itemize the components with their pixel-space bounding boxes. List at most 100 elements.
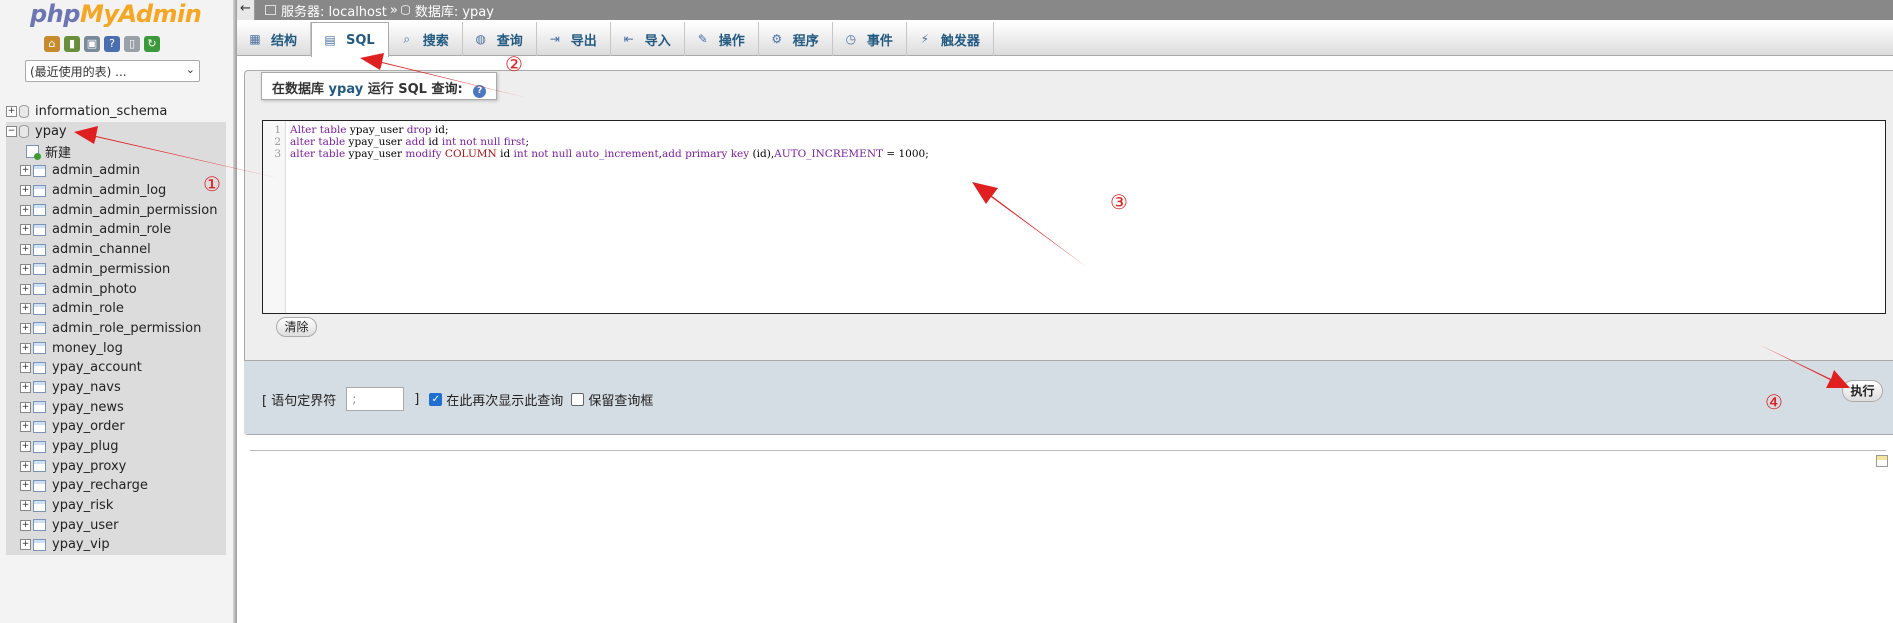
tree-table-ypay_user[interactable]: + ypay_user <box>6 515 226 536</box>
tree-table-label[interactable]: money_log <box>52 341 123 356</box>
expand-icon[interactable]: + <box>20 401 31 413</box>
tree-table-label[interactable]: ypay_proxy <box>52 459 126 474</box>
expand-icon[interactable]: + <box>20 263 31 275</box>
tree-database-label[interactable]: information_schema <box>35 104 167 119</box>
tree-table-label[interactable]: admin_role_permission <box>52 321 201 336</box>
tree-table-label[interactable]: admin_admin_permission <box>52 203 217 218</box>
tree-table-admin_channel[interactable]: + admin_channel <box>6 239 226 260</box>
expand-icon[interactable]: + <box>20 283 31 295</box>
tree-table-label[interactable]: ypay_risk <box>52 498 113 513</box>
tree-table-admin_role_permission[interactable]: + admin_role_permission <box>6 318 226 339</box>
reload-icon[interactable]: ↻ <box>144 36 160 52</box>
code-line-text[interactable]: alter table ypay_user modify COLUMN id i… <box>284 148 929 160</box>
tree-table-label[interactable]: admin_admin_role <box>52 222 171 237</box>
expand-icon[interactable]: + <box>20 322 31 334</box>
tree-table-label[interactable]: ypay_order <box>52 419 125 434</box>
tree-database-label[interactable]: ypay <box>35 124 67 139</box>
expand-icon[interactable]: + <box>20 441 31 453</box>
breadcrumb-server[interactable]: 服务器: localhost <box>281 1 387 20</box>
legend-database-link[interactable]: ypay <box>329 82 364 97</box>
expand-icon[interactable]: + <box>20 421 31 433</box>
clear-button[interactable]: 清除 <box>276 317 317 337</box>
tree-new-table[interactable]: 新建 <box>6 141 226 162</box>
tree-table-ypay_order[interactable]: + ypay_order <box>6 417 226 437</box>
tree-table-label[interactable]: admin_channel <box>52 242 151 257</box>
show-again-label[interactable]: 在此再次显示此查询 <box>446 390 563 409</box>
expand-icon[interactable]: + <box>20 342 31 354</box>
tree-new-label[interactable]: 新建 <box>45 142 71 161</box>
settings-icon[interactable]: ▯ <box>124 36 140 52</box>
expand-icon[interactable]: + <box>20 480 31 492</box>
tab-query[interactable]: ◍ 查询 <box>463 22 537 56</box>
tree-table-label[interactable]: ypay_recharge <box>52 478 148 493</box>
expand-icon[interactable]: + <box>20 539 31 551</box>
expand-icon[interactable]: + <box>20 185 31 197</box>
tree-database-ypay[interactable]: − ypay <box>6 121 226 142</box>
tree-table-label[interactable]: ypay_vip <box>52 537 110 552</box>
expand-icon[interactable]: + <box>20 204 31 216</box>
delimiter-input[interactable]: ; <box>346 387 405 411</box>
tree-table-admin_photo[interactable]: + admin_photo <box>6 279 226 299</box>
nav-resize-handle[interactable] <box>233 0 237 623</box>
tree-table-ypay_news[interactable]: + ypay_news <box>6 397 226 417</box>
retain-box-checkbox[interactable] <box>571 392 585 406</box>
tree-table-ypay_plug[interactable]: + ypay_plug <box>6 436 226 457</box>
tree-table-label[interactable]: admin_admin <box>52 163 140 178</box>
tree-table-ypay_vip[interactable]: + ypay_vip <box>6 535 226 555</box>
tree-table-ypay_account[interactable]: + ypay_account <box>6 357 226 378</box>
tree-table-admin_admin_role[interactable]: + admin_admin_role <box>6 220 226 240</box>
tab-trigger[interactable]: ⚡ 触发器 <box>907 22 994 56</box>
execute-button[interactable]: 执行 <box>1842 380 1883 402</box>
home-icon[interactable]: ⌂ <box>44 36 60 52</box>
tree-table-label[interactable]: ypay_navs <box>52 380 121 395</box>
code-line-text[interactable]: alter table ypay_user add id int not nul… <box>284 136 529 148</box>
tab-export[interactable]: ⇥ 导出 <box>537 22 611 56</box>
tree-table-ypay_recharge[interactable]: + ypay_recharge <box>6 476 226 496</box>
expand-icon[interactable]: + <box>20 224 31 236</box>
tree-table-label[interactable]: ypay_plug <box>52 439 118 454</box>
tree-table-money_log[interactable]: + money_log <box>6 338 226 358</box>
expand-icon[interactable]: + <box>20 165 31 177</box>
expand-icon[interactable]: + <box>20 519 31 531</box>
tab-clock[interactable]: ◷ 事件 <box>833 22 907 56</box>
tree-table-label[interactable]: ypay_user <box>52 518 118 533</box>
phpmyadmin-logo[interactable]: phpMyAdmin <box>30 0 202 28</box>
expand-icon[interactable]: + <box>20 244 31 256</box>
tab-routines[interactable]: ⚙ 程序 <box>759 22 833 56</box>
retain-box-label[interactable]: 保留查询框 <box>588 390 653 409</box>
expand-icon[interactable]: + <box>20 381 31 393</box>
tree-table-ypay_risk[interactable]: + ypay_risk <box>6 495 226 516</box>
docs-icon[interactable]: ? <box>104 36 120 52</box>
tab-sql[interactable]: ▤ SQL <box>311 22 389 57</box>
tree-table-admin_admin_permission[interactable]: + admin_admin_permission <box>6 200 226 221</box>
code-line-text[interactable]: Alter table ypay_user drop id; <box>284 124 448 136</box>
tree-table-admin_admin_log[interactable]: + admin_admin_log <box>6 180 226 201</box>
expand-icon[interactable]: + <box>20 460 31 472</box>
tree-table-label[interactable]: ypay_account <box>52 360 142 375</box>
tree-table-label[interactable]: admin_permission <box>52 262 170 277</box>
tree-table-label[interactable]: admin_role <box>52 301 124 316</box>
tree-table-label[interactable]: ypay_news <box>52 400 124 415</box>
collapse-nav-button[interactable]: ← <box>237 0 255 20</box>
tab-search[interactable]: ⌕ 搜索 <box>389 22 463 56</box>
tab-wrench[interactable]: ✎ 操作 <box>685 22 759 56</box>
expand-icon[interactable]: + <box>6 106 17 118</box>
collapse-icon[interactable]: − <box>6 126 17 138</box>
tree-table-admin_role[interactable]: + admin_role <box>6 298 226 319</box>
console-icon[interactable] <box>1876 455 1888 467</box>
tree-table-admin_permission[interactable]: + admin_permission <box>6 259 226 280</box>
tab-structure[interactable]: ▦ 结构 <box>237 22 312 56</box>
tab-import[interactable]: ⇤ 导入 <box>611 22 685 56</box>
breadcrumb-database[interactable]: 数据库: ypay <box>415 1 494 20</box>
sql-editor[interactable]: 1 Alter table ypay_user drop id; 2 alter ta… <box>262 120 1886 314</box>
tree-database-information_schema[interactable]: + information_schema <box>6 102 226 122</box>
show-again-checkbox[interactable]: ✓ <box>429 392 443 406</box>
expand-icon[interactable]: + <box>20 362 31 374</box>
tree-table-label[interactable]: admin_photo <box>52 282 137 297</box>
tree-table-admin_admin[interactable]: + admin_admin <box>6 161 226 181</box>
expand-icon[interactable]: + <box>20 303 31 315</box>
query-window-icon[interactable]: ▣ <box>84 36 100 52</box>
help-icon[interactable]: ? <box>473 85 487 98</box>
logout-icon[interactable]: ▮ <box>64 36 80 52</box>
sql-code[interactable]: 1 Alter table ypay_user drop id; 2 alter ta… <box>263 124 929 160</box>
